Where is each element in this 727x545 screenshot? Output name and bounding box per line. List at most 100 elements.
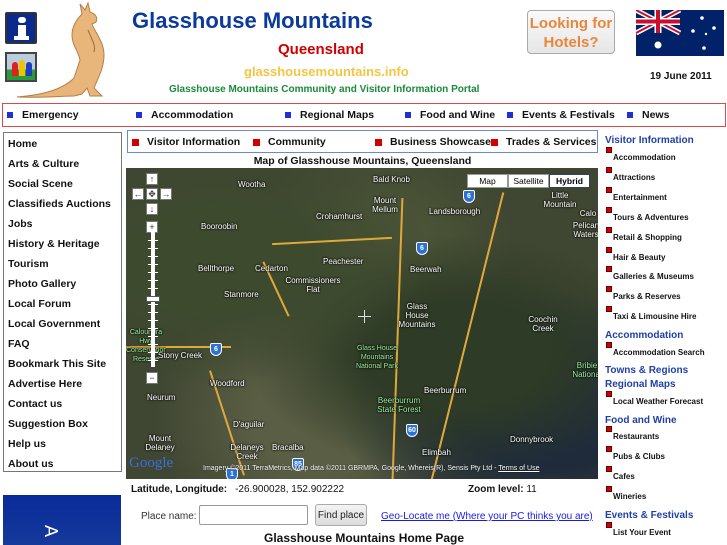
sidebar-item-restaurants[interactable]: Restaurants — [606, 426, 659, 441]
sub-nav-business-showcase[interactable]: Business Showcase — [375, 136, 491, 148]
top-nav-events-festivals[interactable]: Events & Festivals — [507, 109, 615, 121]
map-label: Beerwah — [410, 265, 442, 274]
top-nav-label: Emergency — [22, 109, 79, 121]
find-place-button[interactable]: Find place — [315, 504, 367, 526]
bullet-icon — [606, 247, 612, 253]
sub-nav-trades-services[interactable]: Trades & Services — [491, 136, 596, 148]
sidebar-heading-towns-regions[interactable]: Towns & Regions — [605, 365, 688, 376]
sidebar-item-label: Galleries & Museums — [613, 272, 694, 281]
map-type-hybrid-button[interactable]: Hybrid — [549, 174, 590, 188]
bullet-icon — [136, 112, 142, 118]
top-nav-accommodation[interactable]: Accommodation — [136, 109, 233, 121]
road — [429, 192, 505, 479]
map-type-satellite-button[interactable]: Satellite — [508, 174, 549, 188]
hotels-button[interactable]: Looking for Hotels? — [527, 10, 615, 54]
top-nav-emergency[interactable]: Emergency — [7, 109, 79, 121]
map-label: Donnybrook — [510, 435, 554, 444]
map-type-control: Map Satellite Hybrid — [467, 174, 590, 188]
top-navigation: Emergency Accommodation Regional Maps Fo… — [2, 103, 726, 127]
sidebar-heading-regional-maps[interactable]: Regional Maps — [605, 379, 676, 390]
sidebar-item-tours-adventures[interactable]: Tours & Adventures — [606, 207, 689, 222]
sidebar-item-parks-reserves[interactable]: Parks & Reserves — [606, 286, 681, 301]
bullet-icon — [285, 112, 291, 118]
left-nav-help-us[interactable]: Help us — [8, 438, 46, 450]
map-attribution: Imagery ©2011 TerraMetrics, Map data ©20… — [203, 465, 539, 472]
map-label: Neurum — [147, 393, 176, 402]
map-label: Coochin Creek — [528, 315, 558, 333]
top-nav-news[interactable]: News — [627, 109, 669, 121]
map-type-map-button[interactable]: Map — [467, 174, 508, 188]
left-nav-local-government[interactable]: Local Government — [8, 318, 100, 330]
left-nav-suggestion-box[interactable]: Suggestion Box — [8, 418, 88, 430]
sidebar-item-label: Retail & Shopping — [613, 233, 682, 242]
sidebar-item-pubs-clubs[interactable]: Pubs & Clubs — [606, 446, 665, 461]
pan-right-button[interactable]: → — [160, 188, 172, 200]
bullet-icon — [606, 486, 612, 492]
left-nav-tourism[interactable]: Tourism — [8, 258, 49, 270]
zoom-out-button[interactable]: − — [146, 372, 158, 384]
bullet-icon — [606, 187, 612, 193]
sidebar-item-wineries[interactable]: Wineries — [606, 486, 646, 501]
left-nav-bookmark[interactable]: Bookmark This Site — [8, 358, 106, 370]
map-label: D'aguilar — [233, 420, 265, 429]
left-nav-arts-culture[interactable]: Arts & Culture — [8, 158, 79, 170]
map-label: Calo — [579, 209, 597, 218]
zoom-slider-handle[interactable] — [146, 296, 160, 302]
highway-shield-icon: 6 — [463, 190, 475, 203]
pan-down-button[interactable]: ↓ — [146, 203, 158, 215]
left-nav-faq[interactable]: FAQ — [8, 338, 30, 350]
sidebar-item-taxi-limousine[interactable]: Taxi & Limousine Hire — [606, 306, 696, 321]
sidebar-item-accommodation-search[interactable]: Accommodation Search — [606, 342, 705, 357]
left-nav-classifieds-auctions[interactable]: Classifieds Auctions — [8, 198, 111, 210]
sidebar-item-galleries-museums[interactable]: Galleries & Museums — [606, 266, 694, 281]
sidebar-item-label: Accommodation — [613, 153, 676, 162]
map-canvas[interactable]: Wootha Bald Knob Mount Mellum Landsborou… — [126, 168, 598, 479]
top-nav-label: News — [642, 109, 670, 121]
left-nav-contact[interactable]: Contact us — [8, 398, 62, 410]
map-label: Beerburrum State Forest — [377, 396, 421, 414]
ad-text: A — [41, 525, 61, 538]
sub-nav-community[interactable]: Community — [253, 136, 326, 148]
road — [390, 198, 404, 479]
site-tagline: Glasshouse Mountains Community and Visit… — [169, 84, 480, 95]
sidebar-heading-events-festivals[interactable]: Events & Festivals — [605, 510, 693, 521]
map-label: Little Mountain — [543, 191, 577, 209]
top-nav-regional-maps[interactable]: Regional Maps — [285, 109, 374, 121]
map-label: Beerburrum — [424, 386, 467, 395]
left-nav-home[interactable]: Home — [8, 138, 37, 150]
google-logo-text: Google — [129, 455, 174, 471]
left-nav-history-heritage[interactable]: History & Heritage — [8, 238, 100, 250]
left-nav-advertise[interactable]: Advertise Here — [8, 378, 82, 390]
place-name-input[interactable] — [199, 505, 308, 525]
sub-nav-visitor-information[interactable]: Visitor Information — [132, 136, 240, 148]
geo-locate-link[interactable]: Geo-Locate me (Where your PC thinks you … — [381, 511, 593, 522]
sidebar-item-attractions[interactable]: Attractions — [606, 167, 655, 182]
left-nav-social-scene[interactable]: Social Scene — [8, 178, 73, 190]
sidebar-item-local-weather[interactable]: Local Weather Forecast — [606, 391, 703, 406]
left-nav-local-forum[interactable]: Local Forum — [8, 298, 71, 310]
pan-left-button[interactable]: ← — [132, 188, 144, 200]
sidebar-item-accommodation[interactable]: Accommodation — [606, 147, 676, 162]
sidebar-item-retail-shopping[interactable]: Retail & Shopping — [606, 227, 682, 242]
sidebar-item-list-your-event[interactable]: List Your Event — [606, 522, 671, 537]
sidebar-item-hair-beauty[interactable]: Hair & Beauty — [606, 247, 665, 262]
map-label: Delaneys Creek — [230, 443, 264, 461]
australian-flag-icon — [636, 10, 724, 56]
top-nav-food-and-wine[interactable]: Food and Wine — [405, 109, 495, 121]
sidebar-heading-food-wine[interactable]: Food and Wine — [605, 415, 677, 426]
left-nav-jobs[interactable]: Jobs — [8, 218, 33, 230]
left-nav-photo-gallery[interactable]: Photo Gallery — [8, 278, 76, 290]
sidebar-heading-accommodation[interactable]: Accommodation — [605, 330, 683, 341]
pan-center-button[interactable]: ✥ — [146, 188, 158, 200]
left-nav-about-us[interactable]: About us — [8, 458, 54, 470]
sidebar-item-entertainment[interactable]: Entertainment — [606, 187, 667, 202]
sidebar-item-cafes[interactable]: Cafes — [606, 466, 635, 481]
bullet-icon — [606, 446, 612, 452]
top-nav-label: Regional Maps — [300, 109, 375, 121]
pan-up-button[interactable]: ↑ — [146, 173, 158, 185]
advertisement-banner[interactable]: A — [3, 495, 121, 545]
terms-of-use-link[interactable]: Terms of Use — [498, 465, 539, 472]
zoom-level-readout: Zoom level: 11 — [468, 484, 537, 495]
google-logo[interactable]: Google — [129, 455, 173, 472]
sidebar-heading-visitor-information[interactable]: Visitor Information — [605, 135, 694, 146]
